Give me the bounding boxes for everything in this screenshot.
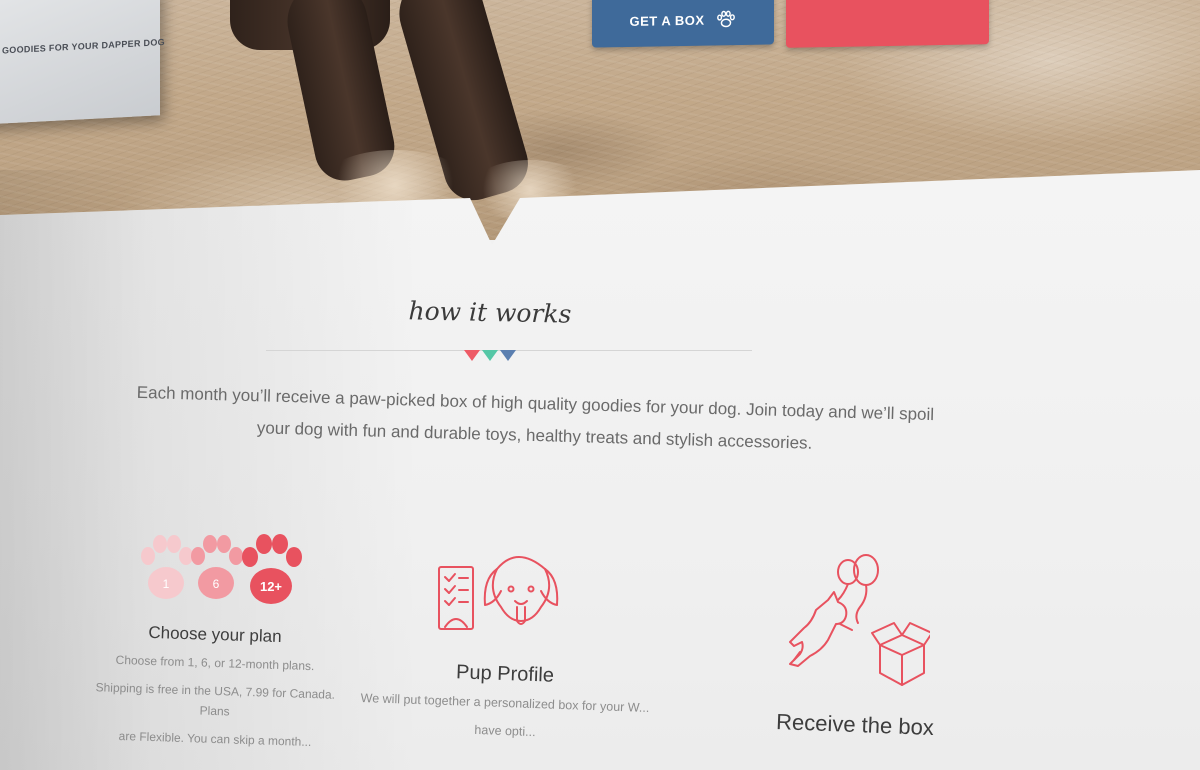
secondary-cta-button[interactable] — [786, 0, 989, 48]
step-text-line: We will put together a personalized box … — [360, 690, 650, 716]
step-text-line: are Flexible. You can skip a month... — [118, 728, 312, 750]
step-pup-profile: Pup Profile We will put together a perso… — [360, 545, 650, 742]
step-text-line: Shipping is free in the USA, 7.99 for Ca… — [95, 680, 336, 719]
get-a-box-label: GET A BOX — [629, 12, 705, 29]
step-choose-plan: 1 6 12+ Choose your plan Choose from 1, … — [95, 528, 335, 749]
dog-balloon-box-icon — [789, 554, 930, 686]
divider-triangle-green — [482, 350, 498, 361]
divider-triangle-blue — [500, 350, 516, 361]
step-receive-box: Receive the box — [760, 550, 950, 741]
step-title: Choose your plan — [148, 622, 282, 647]
box-caption: GOODIES FOR YOUR DAPPER DOG — [2, 37, 165, 56]
dog-profile-icon — [438, 556, 559, 630]
divider-triangle-red — [464, 350, 480, 361]
plan-6-label: 6 — [212, 577, 219, 591]
plan-12-label: 12+ — [259, 579, 281, 594]
step-text-line: Choose from 1, 6, or 12-month plans. — [115, 652, 315, 674]
get-a-box-button[interactable]: GET A BOX — [592, 0, 774, 48]
step-title: Receive the box — [775, 708, 935, 741]
step-title: Pup Profile — [455, 661, 555, 687]
plan-1-label: 1 — [162, 577, 169, 591]
paw-plans-icon: 1 6 12+ — [140, 534, 302, 604]
product-box-image: GOODIES FOR YOUR DAPPER DOG — [0, 0, 165, 125]
paw-icon — [716, 10, 735, 28]
